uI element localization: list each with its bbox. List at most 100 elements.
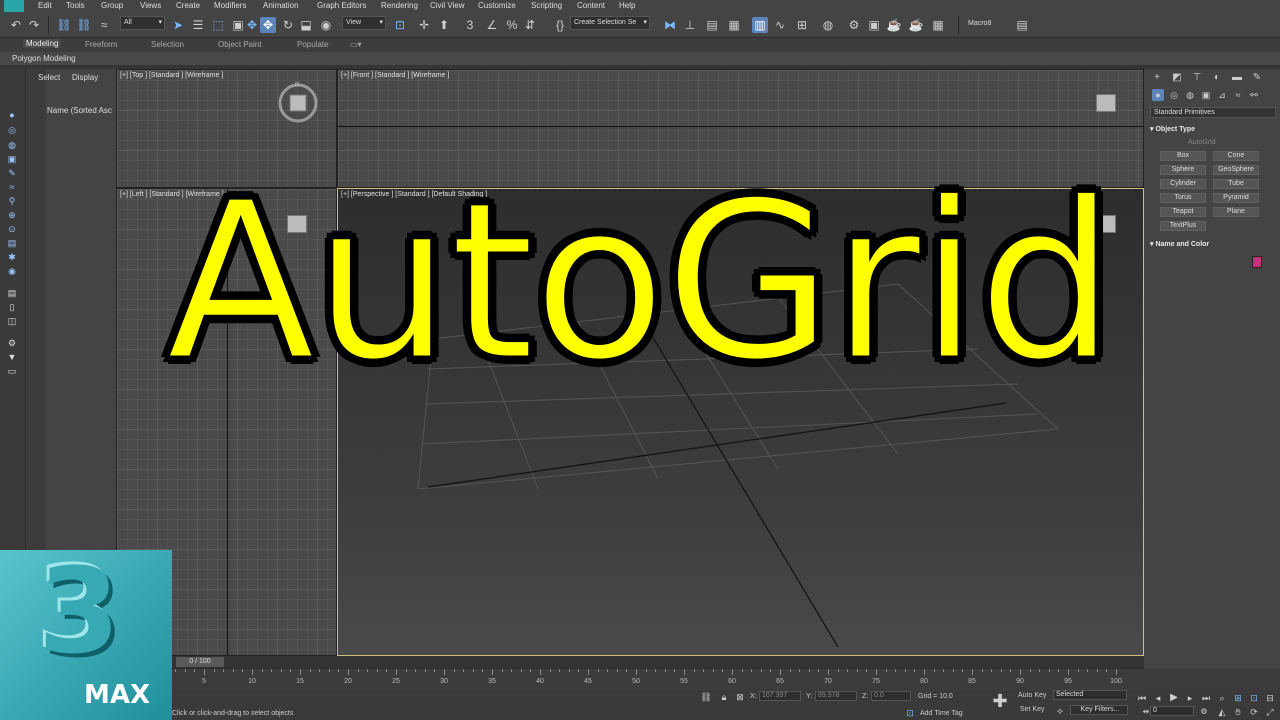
play-icon[interactable]: ▶ (1166, 690, 1182, 706)
key-filters-button[interactable]: Key Filters... (1070, 705, 1128, 715)
menu-rendering[interactable]: Rendering (381, 1, 418, 10)
schematic-view-icon[interactable]: ⊞ (794, 17, 810, 33)
lights-icon[interactable]: ◍ (1184, 89, 1196, 101)
render-setup-icon[interactable]: ⚙ (846, 17, 862, 33)
time-slider[interactable]: 0 / 100 (116, 656, 1144, 668)
menu-content[interactable]: Content (577, 1, 605, 10)
menu-modifiers[interactable]: Modifiers (214, 1, 246, 10)
ribbon-tab-freeform[interactable]: Freeform (85, 40, 117, 49)
absolute-mode-icon[interactable]: ⊠ (732, 689, 748, 705)
pivot-center-icon[interactable]: ⊡ (392, 17, 408, 33)
menu-group[interactable]: Group (101, 1, 123, 10)
select-object-icon[interactable]: ➤ (170, 17, 186, 33)
layer-explorer-icon[interactable]: ▦ (726, 17, 742, 33)
menu-scripting[interactable]: Scripting (531, 1, 562, 10)
select-by-name-icon[interactable]: ☰ (190, 17, 206, 33)
motion-tab-icon[interactable]: ◐ (1210, 72, 1224, 84)
y-coord-field[interactable]: 89.978 (815, 691, 857, 701)
menu-create[interactable]: Create (176, 1, 200, 10)
workspace-icon[interactable]: ▤ (1014, 17, 1030, 33)
undo-icon[interactable]: ↶ (8, 17, 24, 33)
mirror-icon[interactable]: ⧓ (662, 17, 678, 33)
menu-customize[interactable]: Customize (478, 1, 516, 10)
autogrid-checkbox[interactable]: AutoGrid (1188, 139, 1216, 146)
bind-spacewarp-icon[interactable]: ≈ (96, 17, 112, 33)
spinner-snap-icon[interactable]: ⇵ (522, 17, 538, 33)
scene-column-header[interactable]: Name (Sorted Asc (47, 106, 116, 115)
select-manipulate-icon[interactable]: ✛ (416, 17, 432, 33)
edit-named-selection-icon[interactable]: {} (552, 17, 568, 33)
key-selection-dropdown[interactable]: Selected (1053, 690, 1127, 700)
hierarchy-tab-icon[interactable]: ⊤ (1190, 72, 1204, 84)
x-coord-field[interactable]: 107.397 (759, 691, 801, 701)
key-mode-icon[interactable]: ⟡ (1052, 703, 1068, 719)
menu-tools[interactable]: Tools (66, 1, 85, 10)
ribbon-tab-selection[interactable]: Selection (151, 40, 184, 49)
scene-tab-display[interactable]: Display (72, 73, 98, 82)
selection-filter-dropdown[interactable]: All (120, 16, 165, 30)
geometry-icon[interactable]: ● (1152, 89, 1164, 101)
ribbon-tab-modeling[interactable]: Modeling (23, 39, 62, 48)
render-iterative-icon[interactable]: ☕ (908, 17, 924, 33)
z-coord-field[interactable]: 0.0 (871, 691, 911, 701)
scene-explorer-icon[interactable]: ▤ (704, 17, 720, 33)
viewcube-compass-icon[interactable]: N (273, 78, 323, 128)
helpers-icon[interactable]: ⊿ (1216, 89, 1228, 101)
systems-icon[interactable]: ⚯ (1248, 89, 1260, 101)
named-selection-dropdown[interactable]: Create Selection Se (570, 16, 650, 30)
menu-animation[interactable]: Animation (263, 1, 299, 10)
utilities-tab-icon[interactable]: ✎ (1250, 72, 1264, 84)
viewport-front-label[interactable]: [+] [Front ] [Standard ] [Wireframe ] (341, 72, 449, 79)
lock-selection-icon[interactable]: 🔒︎ (716, 689, 732, 705)
object-type-rollout[interactable]: ▾ Object Type (1150, 125, 1276, 133)
viewcube-icon[interactable] (1096, 94, 1116, 112)
ribbon-tab-populate[interactable]: Populate (297, 40, 329, 49)
angle-snap-icon[interactable]: ∠ (484, 17, 500, 33)
menu-edit[interactable]: Edit (38, 1, 52, 10)
rect-selection-icon[interactable]: ⬚ (210, 17, 226, 33)
select-rotate-icon[interactable]: ↻ (280, 17, 296, 33)
scene-tab-select[interactable]: Select (38, 73, 60, 82)
snap-toggle-icon[interactable]: 3 (462, 17, 478, 33)
material-editor-icon[interactable]: ◍ (820, 17, 836, 33)
ribbon-subpanel-label[interactable]: Polygon Modeling (12, 54, 76, 63)
render-cloud-icon[interactable]: ▦ (930, 17, 946, 33)
toggle-ribbon-icon[interactable]: ▥ (752, 17, 768, 33)
percent-snap-icon[interactable]: % (504, 17, 520, 33)
add-time-tag[interactable]: Add Time Tag (920, 710, 963, 717)
menu-views[interactable]: Views (140, 1, 161, 10)
keyboard-shortcut-icon[interactable]: ⬆ (436, 17, 452, 33)
app-icon[interactable] (4, 0, 24, 12)
field-of-view-icon[interactable]: ◭ (1214, 704, 1230, 720)
set-key-button[interactable]: Set Key (1020, 706, 1045, 713)
spacewarps-icon[interactable]: ≈ (1232, 89, 1244, 101)
modify-tab-icon[interactable]: ◩ (1170, 72, 1184, 84)
set-key-plus-icon[interactable]: ✚ (990, 692, 1010, 713)
menu-civil-view[interactable]: Civil View (430, 1, 465, 10)
create-tab-icon[interactable]: + (1150, 72, 1164, 84)
cameras-icon[interactable]: ▣ (1200, 89, 1212, 101)
track-bar[interactable]: 5 10 15 20 25 30 35 40 45 50 55 60 65 70 75 80 85 90 95 100 (116, 668, 1144, 690)
ribbon-options-icon[interactable]: ▭▾ (350, 40, 362, 49)
macro-label[interactable]: Macro8 (968, 20, 991, 27)
ribbon-tab-object-paint[interactable]: Object Paint (218, 40, 262, 49)
select-move-active-icon[interactable]: ✥ (260, 17, 276, 33)
orbit-icon[interactable]: ⟳ (1246, 704, 1262, 720)
create-icon[interactable]: ● (6, 109, 18, 121)
auto-key-button[interactable]: Auto Key (1018, 692, 1046, 699)
redo-icon[interactable]: ↷ (26, 17, 42, 33)
display-filter-icon[interactable]: ◎ (6, 124, 18, 136)
select-place-icon[interactable]: ◉ (318, 17, 334, 33)
display-tab-icon[interactable]: ▬ (1230, 72, 1244, 84)
primitive-category-dropdown[interactable]: Standard Primitives (1150, 107, 1276, 118)
render-production-icon[interactable]: ☕ (886, 17, 902, 33)
link-icon[interactable]: ⛓ (56, 17, 72, 33)
rendered-frame-icon[interactable]: ▣ (866, 17, 882, 33)
menu-help[interactable]: Help (619, 1, 635, 10)
select-scale-icon[interactable]: ⬓ (298, 17, 314, 33)
reference-coord-dropdown[interactable]: View (342, 16, 386, 30)
shapes-icon[interactable]: ◎ (1168, 89, 1180, 101)
isolate-icon[interactable]: ⛓ (698, 689, 714, 705)
align-icon[interactable]: ⊥ (682, 17, 698, 33)
current-frame-field[interactable]: 0 (1150, 706, 1194, 716)
